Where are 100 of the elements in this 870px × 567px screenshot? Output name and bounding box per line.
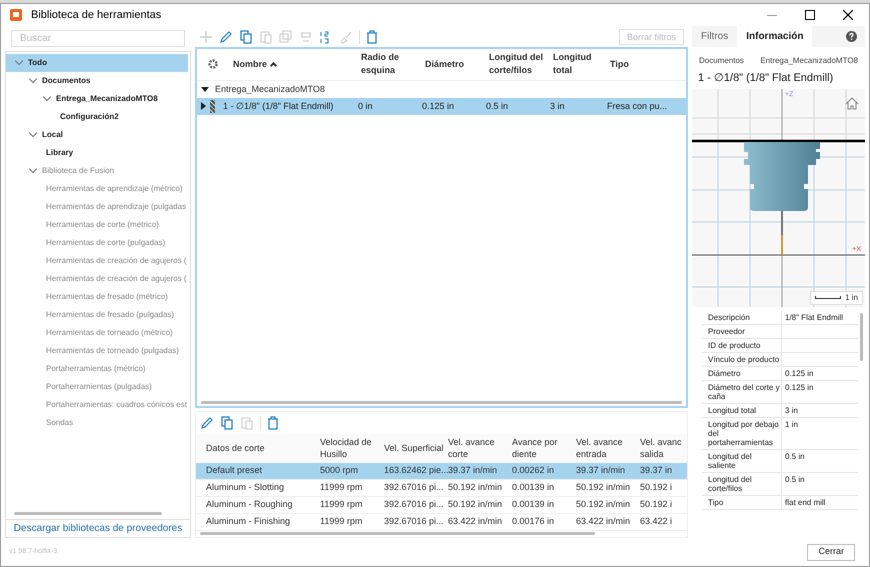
- table-cell-text: 392.67016 pi...: [384, 480, 445, 494]
- tree-item[interactable]: Local: [6, 126, 190, 144]
- tree-item[interactable]: Herramientas de aprendizaje (pulgadas: [6, 198, 190, 216]
- tree-item[interactable]: Herramientas de torneado (métrico): [6, 324, 190, 342]
- maximize-icon[interactable]: [805, 10, 815, 20]
- tree-item[interactable]: Portaherramientas: cuadros cónicos est: [6, 396, 190, 414]
- scrollbar[interactable]: [14, 512, 162, 515]
- edit-icon[interactable]: [200, 416, 214, 430]
- trash-icon[interactable]: [366, 30, 378, 44]
- table-cell-text: 1 - ∅1/8" (1/8" Flat Endmill): [223, 100, 334, 113]
- tool-row[interactable]: 1 - ∅1/8" (1/8" Flat Endmill) 0 in 0.125 in 0.5 in 3 in Fresa con pu...: [197, 98, 686, 115]
- table-cell-text: 5000 rpm: [320, 464, 360, 477]
- settings-icon[interactable]: [207, 58, 219, 70]
- preset-row[interactable]: Aluminum - Roughing 11999 rpm 392.67016 pi... 50.192 in/min 0.00139 in 50.192 in/min 50.192 i: [196, 496, 687, 514]
- tree-item[interactable]: Herramientas de torneado (pulgadas): [6, 342, 190, 360]
- edit-icon[interactable]: [219, 30, 233, 44]
- panel-tab[interactable]: Información: [737, 26, 812, 47]
- table-cell-text: 0.00139 in: [512, 480, 556, 494]
- tree-item[interactable]: Portaherramientas (pulgadas): [6, 378, 190, 396]
- caret-down-icon[interactable]: [201, 86, 209, 92]
- breadcrumb-link[interactable]: Documentos: [699, 55, 744, 67]
- column-header[interactable]: Vel. avance entrada: [576, 436, 640, 460]
- column-header[interactable]: Velocidad de Husillo: [320, 436, 384, 460]
- column-header[interactable]: Tipo: [610, 58, 686, 71]
- column-header[interactable]: Vel. avanc salida: [640, 436, 686, 460]
- scrollbar[interactable]: [201, 400, 682, 404]
- table-cell-text: 392.67016 pi...: [384, 514, 445, 528]
- column-header[interactable]: Nombre: [233, 58, 361, 71]
- sort-up-icon: [270, 62, 278, 69]
- table-cell-text: 0.125 in: [422, 100, 456, 113]
- tree-item[interactable]: Entrega_MecanizadoMTO8: [6, 90, 190, 108]
- help-icon[interactable]: [846, 31, 857, 42]
- column-header[interactable]: Vel. Superficial: [384, 442, 448, 454]
- table-cell-text: 392.67016 pi...: [384, 498, 445, 511]
- table-cell-text: 11999 rpm: [320, 498, 364, 511]
- table-cell-text: Aluminum - Slotting: [205, 480, 286, 494]
- table-cell-text: 50.192 in/min: [576, 498, 632, 511]
- scrollbar[interactable]: [860, 312, 863, 360]
- group-label: Entrega_MecanizadoMTO8: [215, 82, 325, 96]
- column-header[interactable]: Vel. avance corte: [448, 436, 512, 460]
- table-cell-text: 63.422 in/min: [448, 514, 504, 528]
- property-value: 0.125 in: [784, 382, 814, 394]
- tree-item[interactable]: Herramientas de fresado (métrico): [6, 288, 190, 306]
- column-header[interactable]: Longitud del corte/filos: [489, 51, 553, 78]
- tree-item[interactable]: Documentos: [6, 72, 190, 90]
- copy-icon[interactable]: [220, 416, 234, 430]
- table-cell-text: 39.37 in/min: [448, 464, 498, 477]
- tree-item[interactable]: Configuración2: [6, 108, 190, 126]
- property-value: 1/8" Flat Endmill: [784, 312, 843, 324]
- tree-item[interactable]: Todo: [6, 54, 188, 72]
- column-header[interactable]: Datos de corte: [196, 442, 320, 454]
- table-cell-text: 63.422 i: [640, 514, 674, 528]
- tree-item[interactable]: Herramientas de corte (métrico): [6, 216, 190, 234]
- window-title: Biblioteca de herramientas: [31, 8, 162, 23]
- tree-item[interactable]: Biblioteca de Fusion: [6, 162, 190, 180]
- scrollbar[interactable]: [200, 532, 595, 535]
- table-cell-text: 50.192 in/min: [448, 498, 504, 511]
- table-cell-text: 39.37 in: [640, 464, 674, 477]
- vendor-link[interactable]: Descargar bibliotecas de proveedores: [14, 521, 182, 536]
- table-cell-text: 39.37 in/min: [576, 464, 626, 477]
- table-cell-text: 0.00262 in: [512, 464, 556, 477]
- property-label: Longitud del saliente: [702, 450, 782, 472]
- property-value: 1 in: [784, 418, 798, 430]
- close-button[interactable]: Cerrar: [807, 544, 855, 560]
- panel-tab[interactable]: Filtros: [692, 26, 738, 47]
- table-cell-text: 50.192 in/min: [576, 480, 632, 494]
- search-field[interactable]: Buscar: [11, 30, 185, 47]
- tree-item[interactable]: Herramientas de creación de agujeros (: [6, 252, 190, 270]
- property-label: Proveedor: [702, 324, 782, 338]
- tree-item[interactable]: Portaherramientas (métrico): [6, 360, 190, 378]
- minimize-icon[interactable]: [767, 14, 777, 16]
- home-icon[interactable]: [845, 96, 859, 110]
- tree-item[interactable]: Herramientas de aprendizaje (métrico): [6, 180, 190, 198]
- table-cell-text: 50.192 in/min: [448, 480, 504, 494]
- trash-icon[interactable]: [267, 416, 279, 430]
- property-label: Vínculo de producto: [702, 352, 782, 366]
- column-header[interactable]: Diámetro: [425, 58, 489, 71]
- column-header[interactable]: Avance por diente: [512, 436, 576, 460]
- tree-item[interactable]: Herramientas de fresado (pulgadas): [6, 306, 190, 324]
- column-header[interactable]: Radio de esquina: [361, 51, 425, 78]
- endmill-icon: [210, 100, 215, 113]
- preset-row[interactable]: Aluminum - Finishing 11999 rpm 392.67016 pi... 63.422 in/min 0.00176 in 63.422 in/min 63.422 i: [196, 514, 687, 530]
- preset-row[interactable]: Default preset 5000 rpm 163.62462 pie...39.37 in/min 0.00262 in 39.37 in/min 39.37 in: [196, 462, 687, 480]
- preset-row[interactable]: Aluminum - Slotting 11999 rpm 392.67016 pi... 50.192 in/min 0.00139 in 50.192 in/min 50.192 i: [196, 480, 687, 496]
- table-cell-text: 0 in: [358, 100, 374, 113]
- tree-item[interactable]: Herramientas de corte (pulgadas): [6, 234, 190, 252]
- property-label: Longitud del corte/filos: [702, 472, 782, 494]
- close-icon[interactable]: [843, 10, 853, 20]
- property-label: Diámetro: [702, 366, 782, 380]
- property-label: ID de producto: [702, 338, 782, 352]
- copy-icon[interactable]: [239, 30, 253, 44]
- column-header[interactable]: Longitud total: [553, 51, 610, 78]
- breadcrumb-link[interactable]: Entrega_MecanizadoMTO8: [760, 55, 858, 67]
- property-label: Tipo: [702, 496, 782, 508]
- property-value: 0.5 in: [784, 474, 805, 486]
- tree-item[interactable]: Herramientas de creación de agujeros (: [6, 270, 190, 288]
- table-cell-text: 50.192 i: [640, 498, 674, 511]
- tree-item[interactable]: Library: [6, 144, 190, 162]
- property-label: Longitud total: [702, 404, 782, 416]
- tree-item[interactable]: Sondas: [6, 414, 190, 432]
